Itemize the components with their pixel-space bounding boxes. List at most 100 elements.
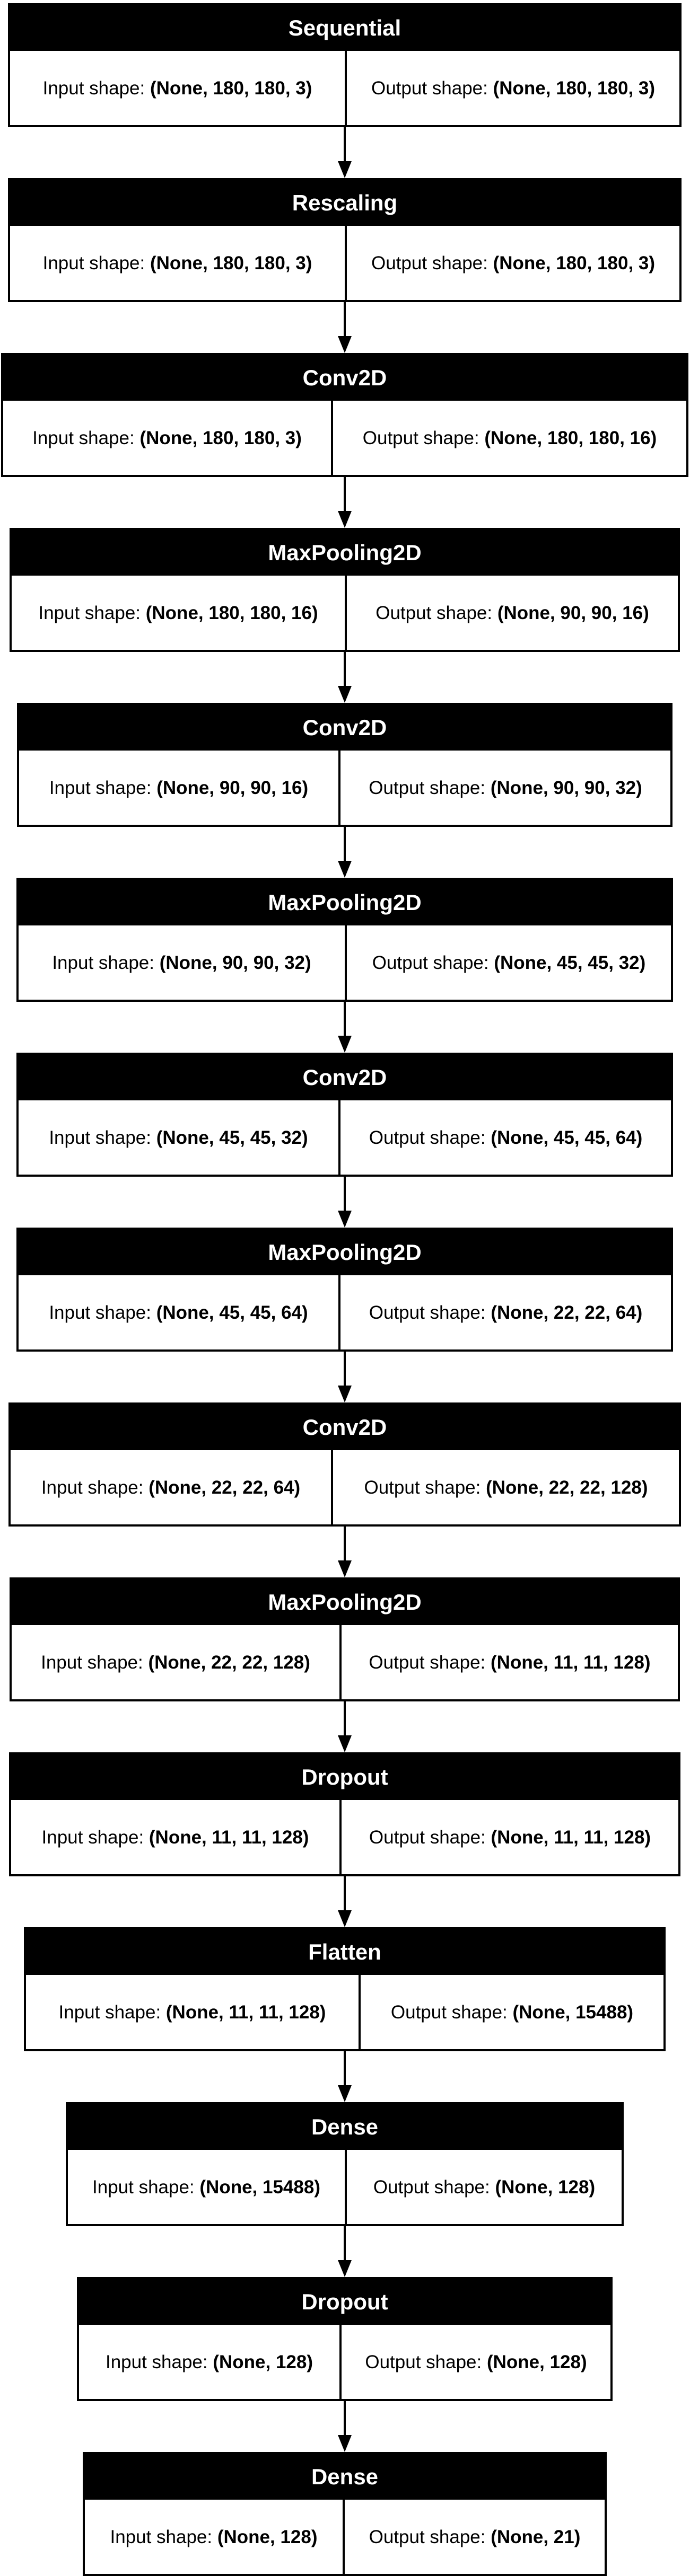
output-shape-value: (None, 22, 22, 128) — [486, 1477, 648, 1498]
input-shape-value: (None, 128) — [213, 2351, 313, 2372]
input-shape-cell: Input shape: (None, 22, 22, 128) — [12, 1625, 339, 1699]
arrow-head — [338, 511, 352, 528]
output-shape-cell: Output shape: (None, 180, 180, 3) — [345, 51, 679, 125]
layer-title: Dropout — [11, 1754, 678, 1800]
output-shape-cell: Output shape: (None, 11, 11, 128) — [339, 1800, 678, 1874]
layer-node: Conv2D Input shape: (None, 90, 90, 16) Out… — [17, 703, 672, 827]
input-shape-label: Input shape: — [105, 2351, 213, 2372]
output-shape-cell: Output shape: (None, 45, 45, 64) — [338, 1100, 671, 1175]
flow-arrow — [338, 1876, 352, 1927]
output-shape-cell: Output shape: (None, 22, 22, 64) — [338, 1275, 671, 1349]
input-shape-cell: Input shape: (None, 45, 45, 32) — [19, 1100, 338, 1175]
output-shape-label: Output shape: — [362, 427, 485, 448]
output-shape-label: Output shape: — [369, 1127, 491, 1148]
model-diagram: Sequential Input shape: (None, 180, 180, … — [0, 0, 690, 2576]
output-shape-label: Output shape: — [365, 2351, 487, 2372]
input-shape-label: Input shape: — [49, 1302, 156, 1323]
input-shape-label: Input shape: — [58, 2001, 166, 2023]
input-shape-label: Input shape: — [42, 252, 150, 274]
output-shape-value: (None, 45, 45, 32) — [494, 952, 646, 973]
arrow-head — [338, 1560, 352, 1577]
input-shape-label: Input shape: — [42, 77, 150, 99]
layer-node: Dense Input shape: (None, 128) Output shap… — [83, 2452, 607, 2576]
input-shape-label: Input shape: — [32, 427, 140, 448]
input-shape-cell: Input shape: (None, 45, 45, 64) — [19, 1275, 338, 1349]
layer-node: Flatten Input shape: (None, 11, 11, 128) O… — [24, 1927, 666, 2051]
input-shape-cell: Input shape: (None, 22, 22, 64) — [11, 1450, 331, 1524]
input-shape-value: (None, 22, 22, 64) — [149, 1477, 301, 1498]
output-shape-value: (None, 11, 11, 128) — [491, 1652, 651, 1673]
input-shape-cell: Input shape: (None, 180, 180, 16) — [12, 576, 345, 650]
layer-title: Conv2D — [19, 705, 670, 751]
output-shape-value: (None, 45, 45, 64) — [491, 1127, 643, 1148]
arrow-head — [338, 2435, 352, 2452]
output-shape-cell: Output shape: (None, 22, 22, 128) — [331, 1450, 679, 1524]
input-shape-label: Input shape: — [38, 602, 146, 623]
output-shape-label: Output shape: — [369, 777, 491, 798]
output-shape-value: (None, 180, 180, 3) — [493, 77, 656, 99]
arrow-head — [338, 161, 352, 178]
input-shape-cell: Input shape: (None, 128) — [85, 2500, 343, 2574]
flow-arrow — [338, 477, 352, 528]
layer-title: Dense — [85, 2454, 605, 2500]
layer-node: Dense Input shape: (None, 15488) Output sh… — [66, 2102, 624, 2226]
output-shape-label: Output shape: — [369, 1652, 491, 1673]
input-shape-cell: Input shape: (None, 90, 90, 32) — [19, 925, 345, 1000]
layer-title: Conv2D — [19, 1055, 671, 1100]
layer-title: MaxPooling2D — [19, 880, 671, 925]
input-shape-label: Input shape: — [92, 2176, 200, 2198]
output-shape-value: (None, 180, 180, 16) — [484, 427, 657, 448]
input-shape-cell: Input shape: (None, 11, 11, 128) — [26, 1975, 359, 2049]
arrow-head — [338, 686, 352, 703]
output-shape-value: (None, 22, 22, 64) — [491, 1302, 643, 1323]
input-shape-value: (None, 45, 45, 64) — [156, 1302, 308, 1323]
output-shape-label: Output shape: — [375, 602, 497, 623]
arrow-head — [338, 1211, 352, 1228]
input-shape-cell: Input shape: (None, 11, 11, 128) — [11, 1800, 339, 1874]
input-shape-label: Input shape: — [110, 2526, 217, 2547]
flow-arrow — [338, 2051, 352, 2102]
flow-arrow — [338, 1701, 352, 1752]
output-shape-cell: Output shape: (None, 11, 11, 128) — [339, 1625, 678, 1699]
layer-node: Conv2D Input shape: (None, 22, 22, 64) Out… — [8, 1402, 681, 1527]
output-shape-cell: Output shape: (None, 180, 180, 3) — [345, 226, 679, 300]
output-shape-value: (None, 90, 90, 16) — [497, 602, 649, 623]
output-shape-value: (None, 180, 180, 3) — [493, 252, 656, 274]
input-shape-label: Input shape: — [41, 1477, 149, 1498]
output-shape-cell: Output shape: (None, 21) — [343, 2500, 605, 2574]
layer-title: MaxPooling2D — [12, 530, 678, 576]
flow-arrow — [338, 2226, 352, 2277]
layer-node: Sequential Input shape: (None, 180, 180, … — [8, 3, 682, 127]
flow-arrow — [338, 827, 352, 878]
input-shape-value: (None, 180, 180, 3) — [150, 77, 312, 99]
input-shape-value: (None, 22, 22, 128) — [148, 1652, 310, 1673]
output-shape-value: (None, 90, 90, 32) — [490, 777, 642, 798]
layer-title: Sequential — [10, 5, 679, 51]
arrow-head — [338, 1386, 352, 1402]
input-shape-value: (None, 180, 180, 3) — [139, 427, 302, 448]
arrow-head — [338, 1910, 352, 1927]
output-shape-label: Output shape: — [390, 2001, 513, 2023]
output-shape-value: (None, 128) — [486, 2351, 587, 2372]
flow-arrow — [338, 1002, 352, 1053]
layer-title: MaxPooling2D — [12, 1580, 678, 1625]
input-shape-label: Input shape: — [49, 1127, 156, 1148]
output-shape-value: (None, 15488) — [512, 2001, 634, 2023]
output-shape-value: (None, 21) — [491, 2526, 581, 2547]
arrow-head — [338, 861, 352, 878]
output-shape-cell: Output shape: (None, 45, 45, 32) — [345, 925, 671, 1000]
input-shape-label: Input shape: — [49, 777, 157, 798]
arrow-head — [338, 2085, 352, 2102]
input-shape-cell: Input shape: (None, 180, 180, 3) — [10, 51, 345, 125]
output-shape-cell: Output shape: (None, 180, 180, 16) — [331, 401, 686, 475]
flow-arrow — [338, 302, 352, 353]
output-shape-cell: Output shape: (None, 128) — [345, 2150, 622, 2224]
output-shape-label: Output shape: — [369, 1827, 491, 1848]
output-shape-value: (None, 128) — [495, 2176, 596, 2198]
layer-node: Conv2D Input shape: (None, 45, 45, 32) Out… — [16, 1053, 673, 1177]
input-shape-value: (None, 11, 11, 128) — [165, 2001, 326, 2023]
arrow-head — [338, 1735, 352, 1752]
layer-title: Flatten — [26, 1929, 663, 1975]
input-shape-value: (None, 180, 180, 16) — [145, 602, 318, 623]
flow-arrow — [338, 652, 352, 703]
